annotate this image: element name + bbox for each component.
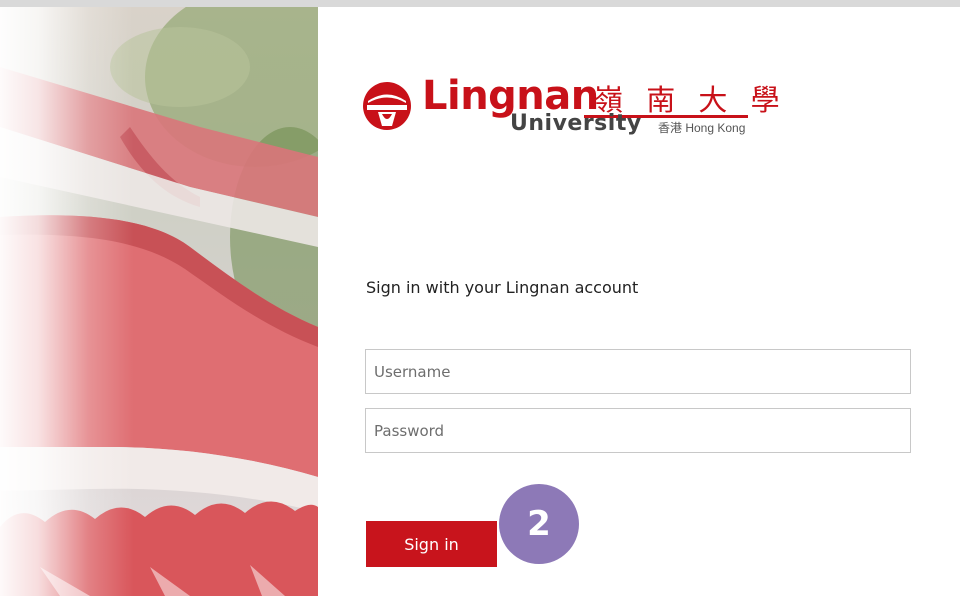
login-panel: Lingnan 嶺 南 大 學 University 香港 Hong Kong …	[318, 7, 960, 596]
sign-in-page: Lingnan 嶺 南 大 學 University 香港 Hong Kong …	[0, 0, 960, 596]
window-top-edge	[0, 0, 960, 7]
photo-white-fade	[0, 7, 318, 596]
username-input[interactable]	[365, 349, 911, 394]
password-input[interactable]	[365, 408, 911, 453]
sign-in-button[interactable]: Sign in	[366, 521, 497, 567]
campus-photo-panel	[0, 7, 318, 596]
lingnan-emblem-icon	[363, 82, 411, 130]
university-logo: Lingnan 嶺 南 大 學 University 香港 Hong Kong	[362, 73, 780, 159]
logo-university-text: University	[510, 111, 642, 136]
sign-in-heading: Sign in with your Lingnan account	[366, 278, 639, 297]
step-number-badge: 2	[499, 484, 579, 564]
logo-location-text: 香港 Hong Kong	[658, 121, 746, 135]
